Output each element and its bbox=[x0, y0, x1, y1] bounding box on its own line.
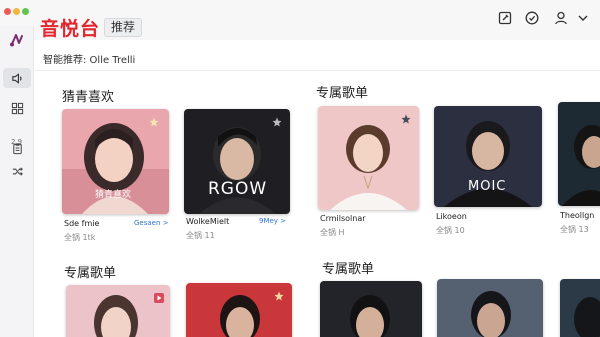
playlist-card-4[interactable]: MOIC bbox=[434, 106, 542, 207]
card-overlay-text: MOIC bbox=[468, 179, 507, 194]
card-overlay-text: RGOW bbox=[208, 179, 268, 199]
card-meta: 全锅 1tk bbox=[64, 233, 96, 242]
playlist-card-5[interactable] bbox=[558, 102, 600, 206]
title-bar: 音悦台 推荐 bbox=[0, 0, 600, 40]
minimize-window-button[interactable] bbox=[13, 8, 20, 15]
chevron-down-icon[interactable] bbox=[575, 10, 591, 26]
edit-icon[interactable] bbox=[497, 10, 513, 26]
playlist-card-3[interactable] bbox=[318, 106, 419, 210]
check-circle-icon[interactable] bbox=[524, 10, 540, 26]
card-meta: 全锅 11 bbox=[186, 231, 215, 240]
recommend-tag[interactable]: 推荐 bbox=[104, 18, 143, 37]
app-title: 音悦台 bbox=[40, 18, 101, 40]
app-window: 音悦台 推荐 2 9 智能推荐: Olle Trelli 猜青喜欢 专属歌单 专… bbox=[0, 0, 600, 337]
speaker-icon[interactable] bbox=[3, 68, 31, 88]
playlist-card-2[interactable]: RGOW bbox=[184, 109, 290, 214]
card-link[interactable]: Gesaen > bbox=[134, 219, 169, 227]
star-badge-icon bbox=[401, 114, 411, 124]
grid-icon[interactable] bbox=[5, 98, 29, 118]
star-badge-icon bbox=[272, 117, 282, 127]
playlist-card-9[interactable] bbox=[437, 279, 543, 337]
section-title-exclusive-playlist: 专属歌单 bbox=[316, 86, 369, 101]
music-note-logo-icon[interactable] bbox=[8, 31, 26, 49]
close-window-button[interactable] bbox=[4, 8, 11, 15]
sidebar: 2 9 bbox=[0, 26, 34, 337]
star-badge-icon bbox=[149, 117, 159, 127]
card-meta: 全锅 H bbox=[320, 228, 345, 237]
section-title-exclusive-playlist-2: 专属歌单 bbox=[64, 266, 117, 281]
user-icon[interactable] bbox=[553, 10, 569, 26]
section-title-guess-you-like: 猜青喜欢 bbox=[62, 90, 115, 105]
star-badge-icon bbox=[274, 291, 284, 301]
playlist-card-8[interactable] bbox=[320, 281, 422, 337]
card-meta: 全锅 10 bbox=[436, 226, 465, 235]
card-title[interactable]: Theollgn bbox=[560, 211, 594, 220]
play-badge-icon bbox=[154, 293, 164, 303]
playlist-card-7[interactable] bbox=[186, 283, 292, 337]
shuffle-icon[interactable] bbox=[5, 161, 29, 181]
card-link[interactable]: 9Mey > bbox=[259, 217, 286, 225]
card-meta: 全锅 13 bbox=[560, 225, 589, 234]
playlist-card-6[interactable] bbox=[66, 285, 170, 337]
clipboard-icon[interactable] bbox=[5, 138, 29, 158]
header-divider bbox=[34, 70, 600, 71]
maximize-window-button[interactable] bbox=[22, 8, 29, 15]
card-title[interactable]: Likoeon bbox=[436, 212, 467, 221]
card-title[interactable]: Crmilsolnar bbox=[320, 214, 366, 223]
card-overlay-text: 猜青喜欢 bbox=[95, 190, 132, 200]
smart-recommend-label: 智能推荐: Olle Trelli bbox=[43, 55, 136, 66]
playlist-card-1[interactable]: 猜青喜欢 bbox=[62, 109, 169, 214]
card-title[interactable]: Sde fmie bbox=[64, 219, 99, 228]
playlist-card-10[interactable] bbox=[560, 279, 600, 337]
section-title-exclusive-playlist-3: 专属歌单 bbox=[322, 262, 375, 277]
card-title[interactable]: WolkeMielt bbox=[186, 217, 229, 226]
